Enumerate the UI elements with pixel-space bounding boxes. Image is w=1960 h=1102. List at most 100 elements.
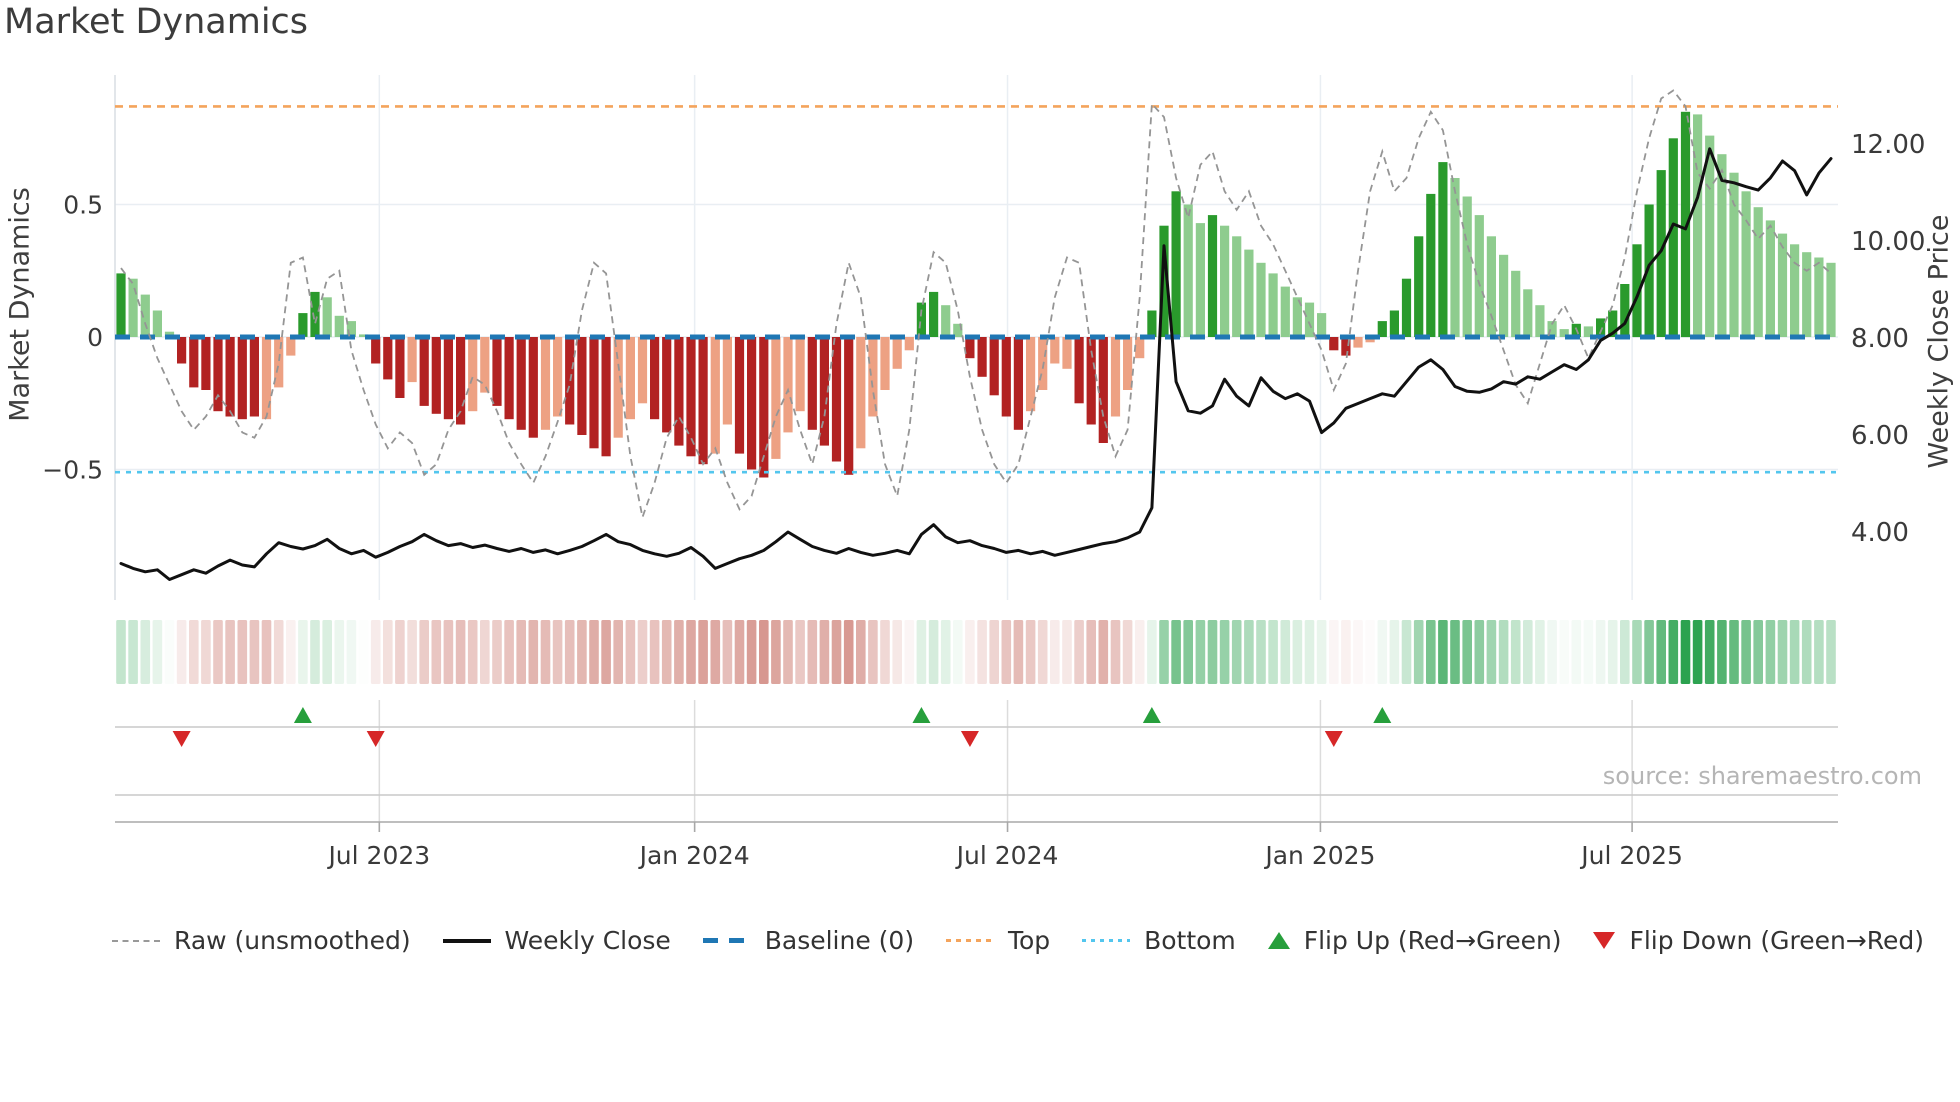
oscillator-bar: [1074, 337, 1084, 404]
oscillator-bar: [1147, 310, 1157, 337]
heatmap-cell: [1656, 620, 1666, 684]
oscillator-bar: [844, 337, 854, 475]
heatmap-cell: [1729, 620, 1739, 684]
heatmap-cell: [176, 620, 187, 684]
heatmap-cell: [940, 620, 951, 684]
heatmap-cell: [625, 620, 636, 684]
oscillator-bar: [1414, 236, 1424, 337]
oscillator-bar: [225, 337, 235, 417]
heatmap-cell: [1219, 620, 1230, 684]
oscillator-bar: [965, 337, 975, 359]
heatmap-cell: [868, 620, 878, 684]
legend-label: Flip Down (Green→Red): [1629, 926, 1924, 955]
oscillator-bar: [1110, 337, 1121, 417]
heatmap-cell: [213, 620, 223, 684]
heatmap-cell: [1462, 620, 1472, 684]
heatmap-cell: [1401, 620, 1412, 684]
oscillator-bar: [1802, 252, 1812, 337]
heatmap-cell: [1280, 620, 1291, 684]
oscillator-bar: [625, 337, 635, 420]
flip-up-marker: [293, 707, 312, 723]
flip-down-marker: [1324, 731, 1343, 747]
oscillator-bar: [1826, 262, 1836, 337]
legend-label: Flip Up (Red→Green): [1303, 926, 1562, 955]
heatmap-cell: [334, 620, 345, 684]
oscillator-bar: [1729, 172, 1739, 337]
oscillator-bar: [674, 337, 684, 446]
bottom-line-swatch: [1082, 939, 1131, 942]
heatmap-cell: [783, 620, 793, 684]
oscillator-bar: [929, 291, 939, 337]
heatmap-cell: [1062, 620, 1072, 684]
y-tick-label-left: 0.5: [63, 191, 103, 220]
heatmap-cell: [1074, 620, 1084, 684]
heatmap-cell: [953, 620, 963, 684]
oscillator-bar: [237, 337, 247, 420]
oscillator-bar: [383, 337, 393, 380]
heatmap-cell: [1801, 620, 1812, 684]
oscillator-bar: [783, 337, 793, 433]
oscillator-bar: [189, 337, 199, 388]
legend-item: Weekly Close: [442, 926, 671, 955]
heatmap-cell: [322, 620, 332, 684]
oscillator-bar: [1050, 337, 1060, 364]
heatmap-cell: [1122, 620, 1133, 684]
oscillator-bar: [916, 302, 926, 338]
top-line-swatch: [945, 939, 994, 942]
heatmap-cell: [674, 620, 684, 684]
heatmap-cell: [771, 620, 781, 684]
heatmap-cell: [928, 620, 939, 684]
oscillator-bar: [1499, 254, 1509, 337]
oscillator-bar: [1086, 337, 1096, 425]
heatmap-cell: [1377, 620, 1388, 684]
heatmap-cell: [856, 620, 866, 684]
oscillator-bar: [771, 337, 781, 459]
oscillator-bar: [1438, 162, 1448, 337]
heatmap-cell: [1304, 620, 1315, 684]
heatmap-cell: [1316, 620, 1327, 684]
heatmap-cell: [1001, 620, 1012, 684]
figure: Market Dynamics Market Dynamics Weekly C…: [0, 0, 1960, 1102]
oscillator-bar: [722, 337, 732, 425]
oscillator-bar: [1256, 262, 1266, 337]
oscillator-bar: [322, 297, 332, 338]
y-tick-label-left: −0.5: [42, 456, 103, 485]
heatmap-cell: [298, 620, 308, 684]
heatmap-cell: [225, 620, 235, 684]
oscillator-bar: [1596, 318, 1606, 337]
oscillator-bar: [1244, 249, 1254, 338]
heatmap-cell: [189, 620, 199, 684]
oscillator-bar: [1486, 236, 1496, 337]
flip-down-icon: [1593, 932, 1616, 949]
oscillator-bar: [1013, 337, 1023, 430]
heatmap-cell: [1789, 620, 1800, 684]
heatmap-cell: [237, 620, 248, 684]
heatmap-cell: [1668, 620, 1679, 684]
oscillator-bar: [298, 313, 308, 337]
y-tick-label-left: 0: [87, 323, 103, 352]
oscillator-bar: [1304, 302, 1315, 338]
heatmap-cell: [1050, 620, 1060, 684]
heatmap-cell: [286, 620, 296, 684]
legend-item: Baseline (0): [702, 926, 914, 955]
oscillator-bar: [1401, 278, 1412, 337]
heatmap-cell: [140, 620, 151, 684]
oscillator-bar: [540, 337, 551, 430]
heatmap-cell: [916, 620, 927, 684]
heatmap-cell: [746, 620, 757, 684]
heatmap-cell: [1207, 620, 1218, 684]
heatmap-cell: [1753, 620, 1763, 684]
oscillator-bar: [1268, 273, 1278, 337]
heatmap-cell: [1341, 620, 1351, 684]
heatmap-cell: [1535, 620, 1545, 684]
oscillator-bar: [710, 337, 720, 454]
heatmap-cell: [249, 620, 260, 684]
oscillator-bar: [516, 337, 526, 430]
heatmap-cell: [1292, 620, 1303, 684]
oscillator-bar: [1693, 114, 1703, 338]
heatmap-cell: [443, 620, 454, 684]
oscillator-bar: [201, 337, 211, 390]
x-tick-label: Jul 2023: [326, 841, 430, 870]
oscillator-bar: [856, 337, 866, 449]
oscillator-bar: [977, 337, 987, 377]
